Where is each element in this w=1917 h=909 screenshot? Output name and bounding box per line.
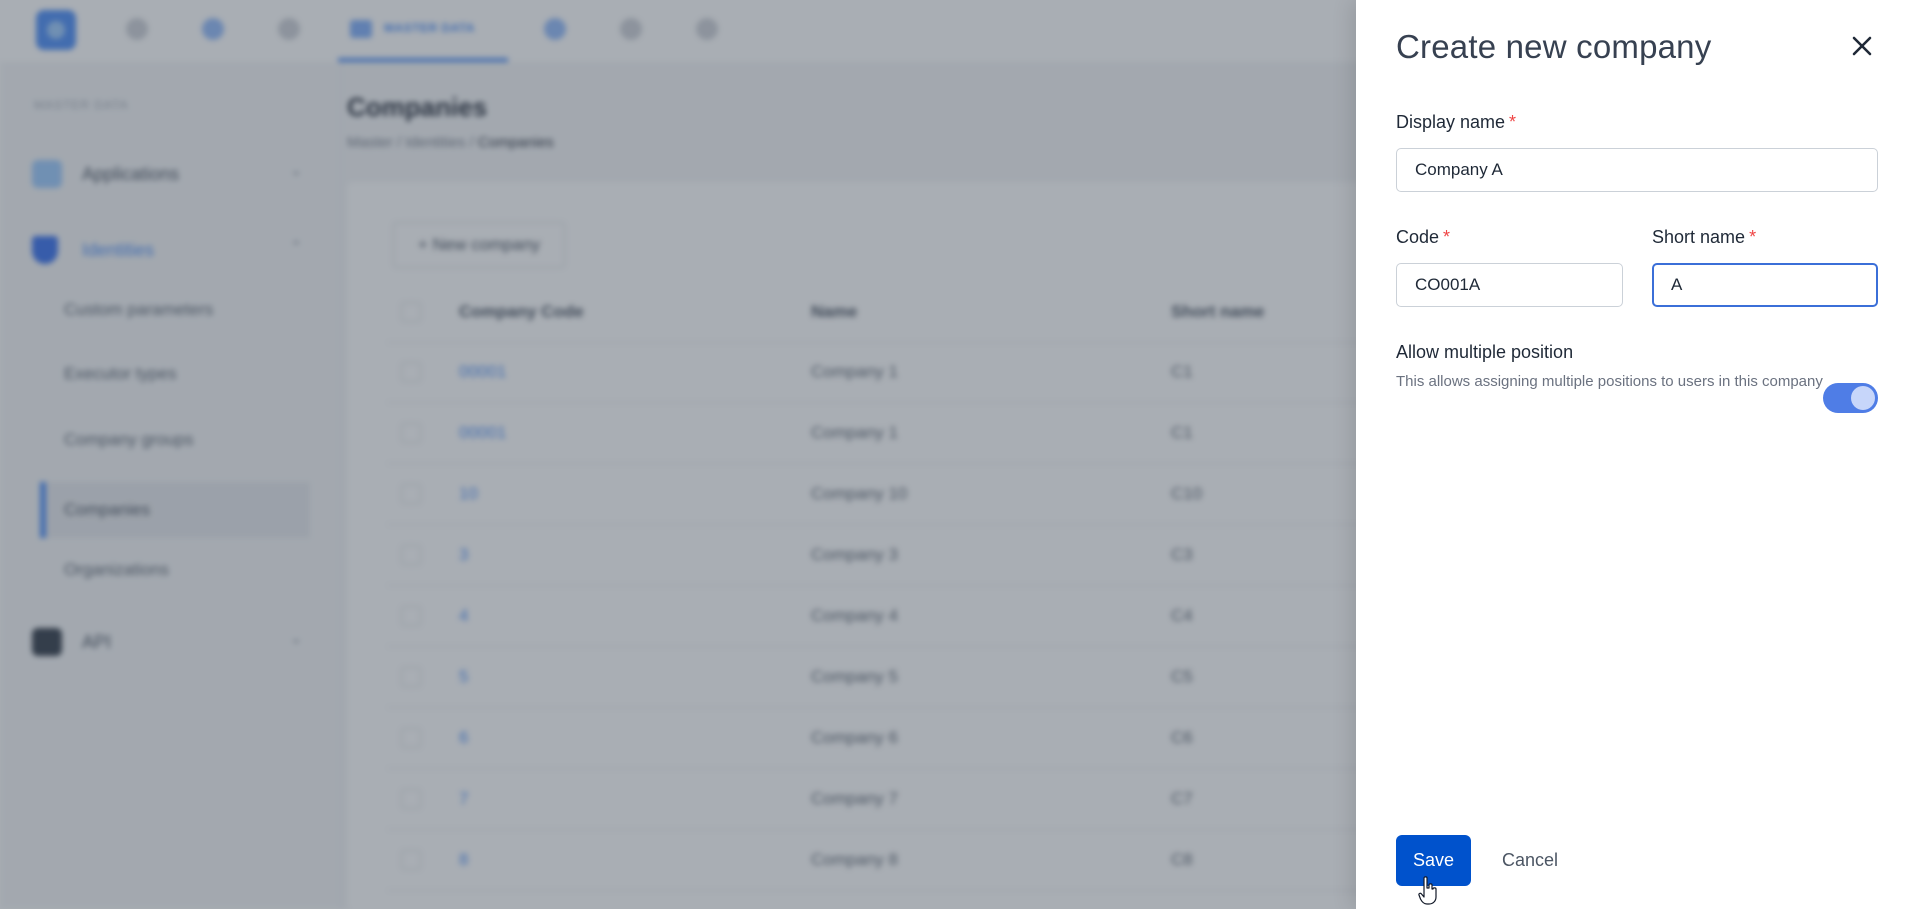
- create-company-drawer: Create new company Display name* Code* S…: [1356, 0, 1917, 909]
- required-marker: *: [1509, 112, 1517, 132]
- display-name-label-text: Display name: [1396, 112, 1506, 132]
- short-name-label: Short name *: [1652, 227, 1756, 248]
- required-marker: *: [1749, 227, 1757, 247]
- short-name-label-text: Short name: [1652, 227, 1746, 247]
- pointer-cursor-icon: [1418, 876, 1437, 905]
- multiple-position-toggle[interactable]: [1823, 383, 1878, 413]
- toggle-knob: [1851, 386, 1875, 410]
- code-label: Code *: [1396, 227, 1450, 248]
- code-label-text: Code: [1396, 227, 1440, 247]
- multiple-position-description: This allows assigning multiple positions…: [1396, 373, 1823, 390]
- required-marker: *: [1443, 227, 1451, 247]
- drawer-title: Create new company: [1396, 28, 1712, 65]
- display-name-label: Display name *: [1396, 112, 1516, 133]
- multiple-position-title: Allow multiple position: [1396, 342, 1574, 362]
- display-name-input[interactable]: [1396, 148, 1878, 192]
- close-button[interactable]: [1844, 28, 1880, 64]
- cancel-button[interactable]: Cancel: [1496, 835, 1576, 886]
- close-icon: [1852, 36, 1872, 56]
- code-input[interactable]: [1396, 263, 1623, 307]
- short-name-input[interactable]: [1652, 263, 1878, 307]
